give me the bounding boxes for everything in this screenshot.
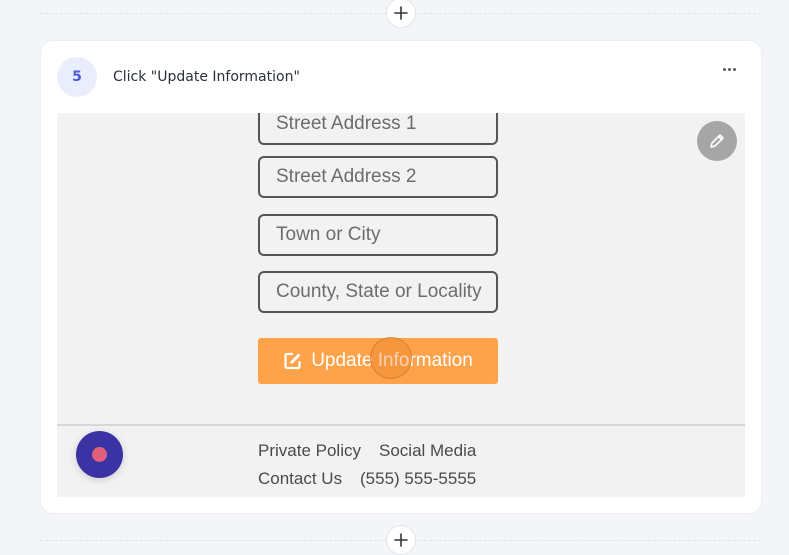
more-horizontal-icon — [722, 67, 726, 71]
more-options-button[interactable] — [719, 61, 739, 77]
more-dot — [732, 67, 736, 71]
more-dot — [727, 67, 731, 71]
add-step-button-bottom[interactable] — [386, 525, 416, 555]
edit-screenshot-button[interactable] — [697, 121, 737, 161]
step-title[interactable]: Click "Update Information" — [113, 69, 300, 85]
street-address-2-field: Street Address 2 — [258, 156, 498, 198]
footer-separator — [57, 424, 745, 426]
add-step-button-top[interactable] — [386, 0, 416, 28]
edit-square-icon — [284, 352, 301, 370]
step-card: 5 Click "Update Information" Street Addr… — [41, 41, 761, 513]
social-media-link: Social Media — [379, 441, 477, 460]
town-city-field: Town or City — [258, 214, 498, 256]
record-icon — [92, 447, 107, 462]
pencil-icon — [710, 134, 724, 148]
click-indicator — [370, 337, 412, 379]
step-screenshot: Street Address 1 Street Address 2 Town o… — [57, 113, 745, 497]
record-button[interactable] — [76, 431, 123, 478]
street-address-1-field: Street Address 1 — [258, 113, 498, 145]
plus-icon — [394, 533, 408, 547]
contact-us-link: Contact Us — [258, 469, 343, 488]
private-policy-link: Private Policy — [258, 441, 361, 460]
plus-icon — [394, 6, 408, 20]
county-state-field: County, State or Locality — [258, 271, 498, 313]
phone-number: (555) 555-5555 — [360, 469, 477, 488]
step-number-badge: 5 — [57, 57, 97, 97]
